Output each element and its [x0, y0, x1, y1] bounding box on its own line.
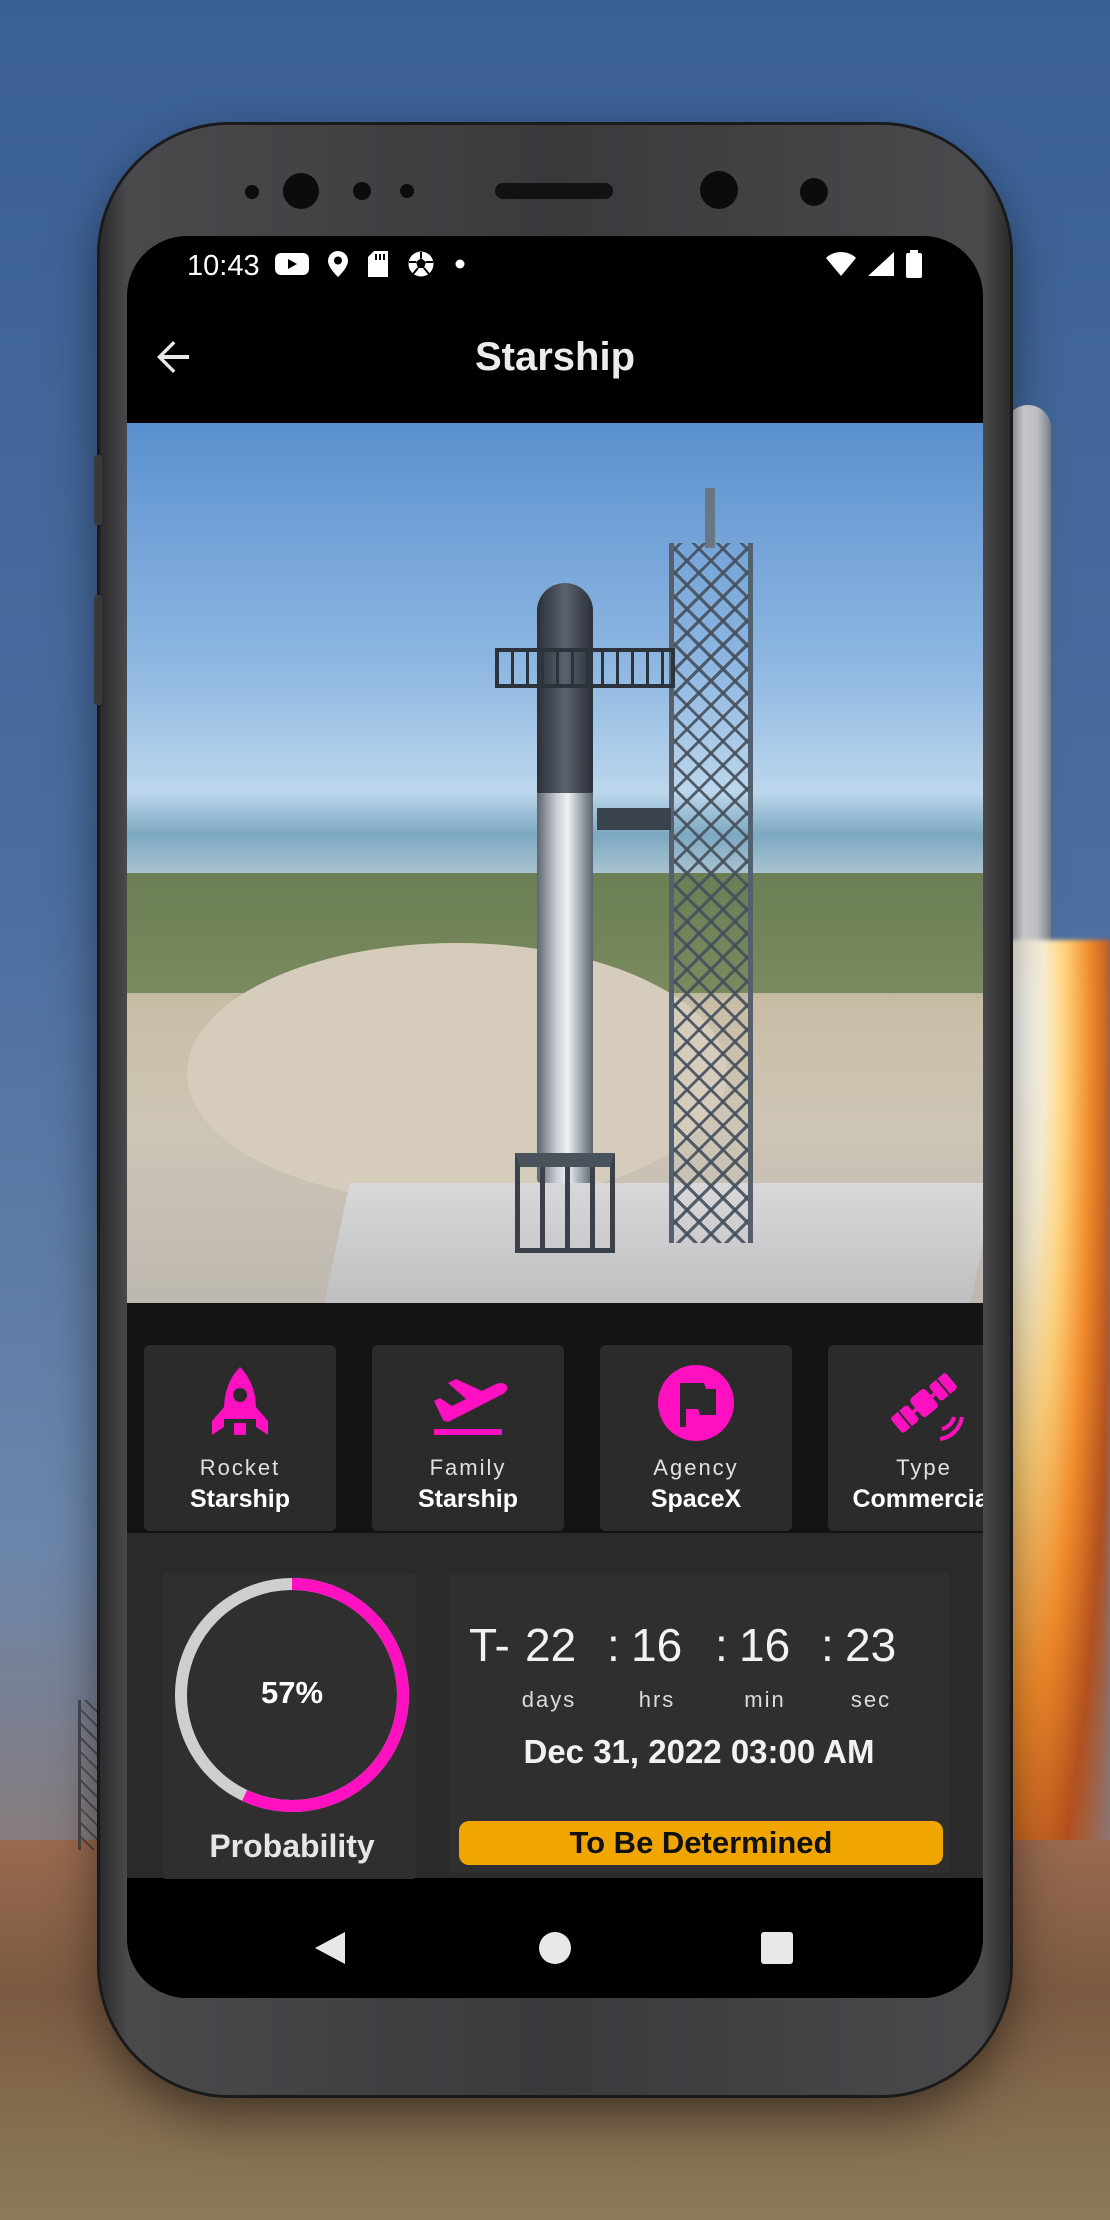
rocket-icon [212, 1367, 268, 1435]
probability-value: 57% [260, 1675, 324, 1710]
battery-icon [906, 250, 922, 278]
countdown-unit-days: days [521, 1687, 577, 1712]
info-card-label: Rocket [199, 1455, 281, 1480]
info-card-strip[interactable]: Rocket Starship Family Starship Agency S… [127, 1303, 983, 1533]
sensor-dot [245, 185, 259, 199]
photo-tower-arm [597, 808, 671, 830]
app-bar: Starship [127, 291, 983, 423]
countdown-timer: T- 22 : 16 : 16 : 23 [449, 1618, 949, 1678]
countdown-seconds: 23 [845, 1619, 897, 1671]
info-card-rocket[interactable]: Rocket Starship [144, 1345, 336, 1531]
system-nav-bar [127, 1898, 983, 1998]
countdown-minutes: 16 [739, 1619, 791, 1671]
countdown-separator: : [607, 1619, 620, 1671]
youtube-icon [275, 253, 309, 275]
signal-icon [868, 252, 894, 276]
countdown-separator: : [715, 1619, 728, 1671]
flag-circle-icon [658, 1365, 734, 1441]
launch-status-panel: 57% Probability T- 22 : 16 : 16 : 23 day… [127, 1533, 983, 1879]
status-bar: 10:43 [127, 236, 983, 291]
photo-starship-upper-stage [537, 583, 593, 793]
countdown-hours: 16 [631, 1619, 683, 1671]
info-card-value: Starship [417, 1485, 519, 1513]
photo-launch-mount [515, 1153, 615, 1253]
info-card-value: SpaceX [650, 1485, 742, 1513]
countdown-card: T- 22 : 16 : 16 : 23 days hrs min sec De… [449, 1573, 949, 1873]
front-camera [283, 173, 319, 209]
sensor-dot [353, 182, 371, 200]
nav-recents-icon[interactable] [757, 1928, 797, 1968]
nav-back-icon[interactable] [311, 1928, 351, 1968]
phone-side-button [94, 455, 102, 525]
launch-date: Dec 31, 2022 03:00 AM [523, 1733, 875, 1770]
status-icons-right [825, 250, 923, 278]
launch-pad-photo [127, 423, 983, 1303]
dot-icon [455, 259, 465, 269]
photo-tower-arm [495, 648, 675, 688]
photo-launch-pad [324, 1183, 983, 1303]
info-card-family[interactable]: Family Starship [372, 1345, 564, 1531]
countdown-unit-minutes: min [744, 1687, 786, 1712]
photo-tower-antenna [705, 488, 715, 548]
soccer-ball-icon [408, 251, 434, 277]
launch-status-badge: To Be Determined [459, 1821, 943, 1865]
countdown-unit-hours: hrs [638, 1687, 676, 1712]
info-card-value: Starship [189, 1485, 291, 1513]
countdown-prefix: T- [469, 1619, 510, 1671]
phone-top-sensors [100, 125, 1010, 235]
info-card-agency[interactable]: Agency SpaceX [600, 1345, 792, 1531]
nav-home-icon[interactable] [535, 1928, 575, 1968]
sensor-dot [400, 184, 414, 198]
info-card-value: Commercial [852, 1485, 983, 1513]
status-time: 10:43 [187, 250, 260, 282]
page-title: Starship [474, 334, 636, 379]
info-card-label: Family [429, 1455, 507, 1480]
wifi-icon [826, 252, 856, 276]
countdown-unit-seconds: sec [850, 1687, 892, 1712]
sensor-dot [800, 178, 828, 206]
sd-card-icon [368, 251, 388, 277]
photo-sand [187, 943, 727, 1203]
probability-label: Probability [209, 1828, 375, 1864]
front-camera [700, 171, 738, 209]
info-card-label: Type [896, 1455, 952, 1480]
arrow-back-icon[interactable] [149, 333, 197, 381]
background-rocket [1005, 405, 1051, 965]
probability-card: 57% Probability [162, 1573, 416, 1879]
location-icon [328, 251, 348, 277]
info-card-type[interactable]: Type Commercial [828, 1345, 983, 1531]
takeoff-icon [434, 1379, 508, 1435]
satellite-icon [891, 1373, 964, 1441]
countdown-separator: : [821, 1619, 834, 1671]
countdown-days: 22 [525, 1619, 577, 1671]
earpiece-speaker [495, 183, 613, 199]
phone-screen: 10:43 Starship Rocket Starship Family St… [127, 236, 983, 1998]
info-card-label: Agency [653, 1455, 739, 1480]
photo-launch-tower [669, 543, 753, 1243]
phone-side-button [94, 595, 102, 705]
status-icons-left [275, 250, 467, 278]
